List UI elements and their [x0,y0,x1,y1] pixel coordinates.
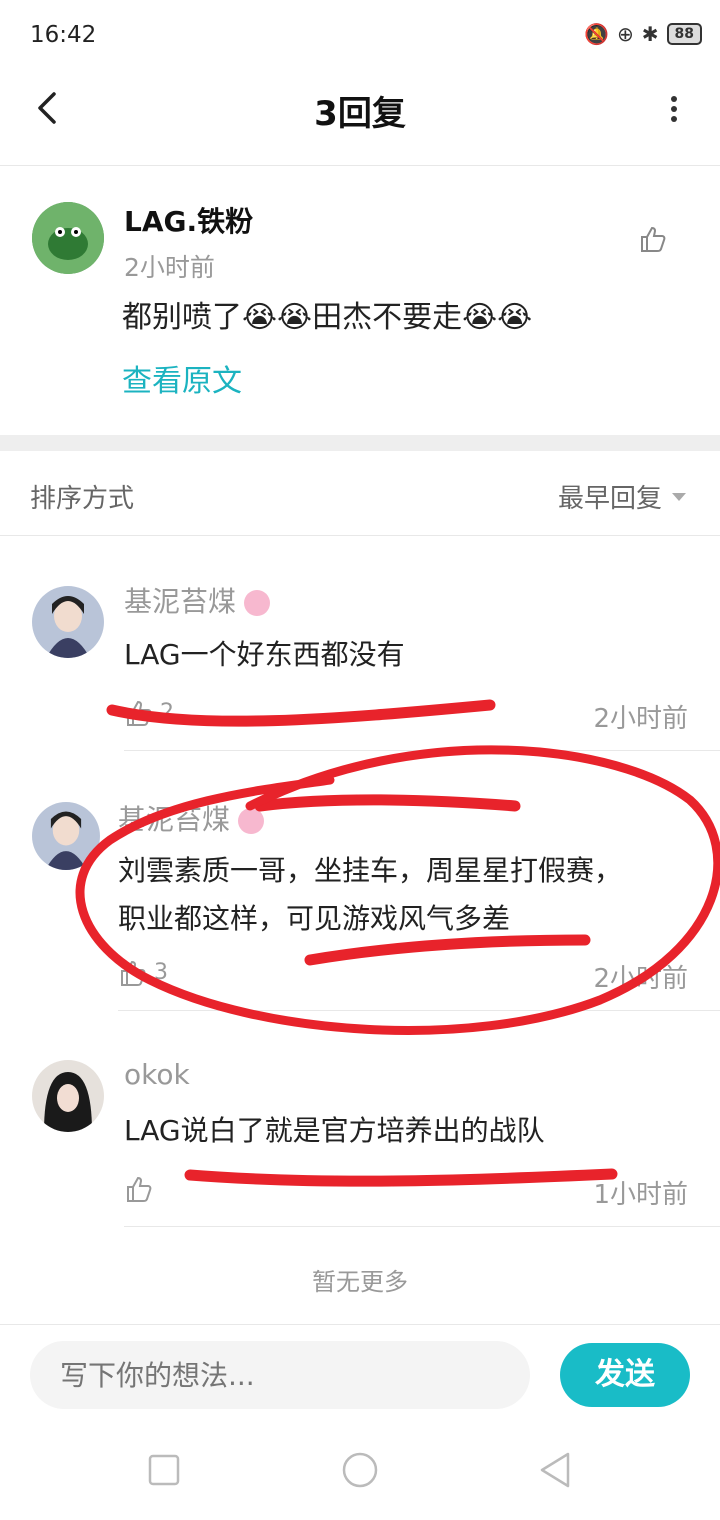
reply-username[interactable]: 基泥苔煤 [118,798,265,838]
original-avatar[interactable] [32,202,104,274]
reply-text: LAG一个好东西都没有 [124,638,405,671]
reply-avatar[interactable] [32,586,104,658]
original-text: 都别喷了😭😭田杰不要走😭😭 [122,300,533,335]
home-icon[interactable] [340,1450,380,1490]
like-count: 2 [160,700,174,725]
sort-dropdown[interactable]: 最早回复 [558,478,688,515]
like-count: 3 [154,960,168,985]
page-title: 3回复 [314,94,406,134]
section-separator [0,435,720,451]
bluetooth-icon: ✱ [641,22,659,46]
back-nav-icon[interactable] [536,1450,576,1490]
reply-divider [118,1010,720,1011]
thumbs-up-icon[interactable] [124,698,154,728]
reply-text: LAG说白了就是官方培养出的战队 [124,1114,545,1147]
reply-time: 1小时前 [593,1180,688,1210]
reply-time: 2小时前 [593,704,688,734]
header-divider [0,165,720,166]
level-badge-icon [244,590,271,616]
reply-divider [124,1226,720,1227]
annotation-underline [184,1168,618,1187]
reply-username[interactable]: 基泥苔煤 [124,580,271,620]
reply-time: 2小时前 [593,964,688,994]
dropdown-triangle-icon [672,492,686,501]
reply-divider [124,750,720,751]
reply-text-line2: 职业都这样，可见游戏风气多差 [118,902,511,935]
recent-apps-icon[interactable] [144,1450,184,1490]
sort-divider [0,535,720,536]
reply-username[interactable]: okok [124,1058,190,1091]
mute-icon: 🔕 [584,22,609,46]
reply-text-line1: 刘雲素质一哥，坐挂车，周星星打假赛， [118,854,623,887]
original-username[interactable]: LAG.铁粉 [124,200,253,240]
thumbs-up-icon[interactable] [124,1174,154,1204]
status-icons: 🔕 ⊕ ✱ 88 [584,22,702,46]
sort-value: 最早回复 [557,484,662,514]
no-more-label: 暂无更多 [312,1268,408,1296]
status-time: 16:42 [30,22,97,48]
reply-avatar[interactable] [32,1060,104,1132]
level-badge-icon [238,808,265,834]
send-button[interactable]: 发送 [560,1343,690,1407]
battery-indicator: 88 [666,23,702,45]
composer-divider [0,1324,720,1325]
thumbs-up-icon[interactable] [118,958,148,988]
view-original-link[interactable]: 查看原文 [122,356,242,400]
sort-label: 排序方式 [30,484,135,514]
original-time: 2小时前 [124,253,215,282]
thumbs-up-icon[interactable] [638,224,668,254]
more-vertical-icon[interactable] [668,94,680,124]
lock-rotation-icon: ⊕ [616,22,634,46]
comment-input[interactable] [30,1341,530,1409]
reply-avatar[interactable] [32,802,100,870]
annotation-stroke [254,794,521,812]
